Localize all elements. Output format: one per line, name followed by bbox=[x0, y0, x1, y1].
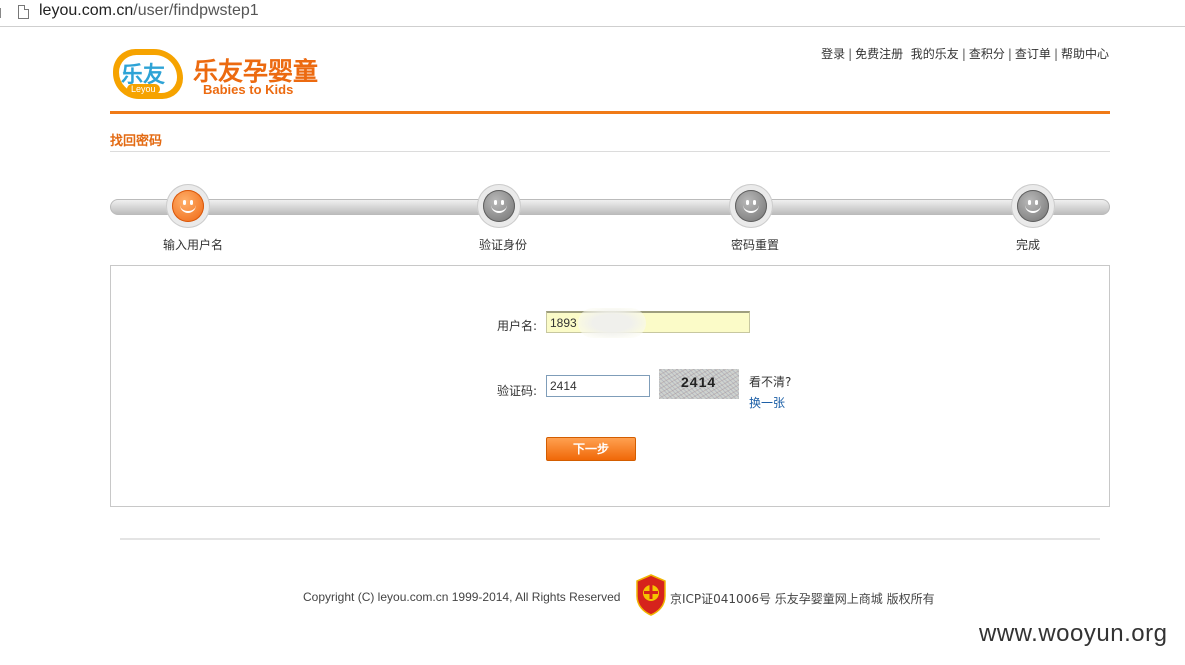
logo-badge: 乐友 Leyou bbox=[113, 49, 183, 99]
nav-separator: | bbox=[848, 47, 853, 61]
nav-separator: | bbox=[961, 47, 966, 61]
step-2-indicator bbox=[477, 184, 521, 228]
nav-separator: | bbox=[1053, 47, 1058, 61]
page-title: 找回密码 bbox=[110, 134, 163, 149]
step-2-label: 验证身份 bbox=[479, 238, 528, 252]
footer-divider bbox=[120, 538, 1100, 540]
smiley-icon bbox=[483, 190, 515, 222]
nav-points[interactable]: 查积分 bbox=[969, 47, 1005, 61]
nav-orders[interactable]: 查订单 bbox=[1015, 47, 1051, 61]
captcha-image-text: 2414 bbox=[681, 374, 717, 390]
username-label: 用户名: bbox=[497, 319, 538, 333]
username-input[interactable]: 1893 bbox=[546, 311, 750, 333]
logo-badge-sub: Leyou bbox=[127, 84, 160, 94]
step-1-label: 输入用户名 bbox=[163, 238, 224, 252]
next-step-button[interactable]: 下一步 bbox=[546, 437, 636, 461]
logo-name-en: Babies to Kids bbox=[203, 82, 294, 97]
nav-register[interactable]: 免费注册 bbox=[855, 47, 903, 61]
url-path: /user/findpwstep1 bbox=[133, 2, 259, 19]
window-edge bbox=[0, 8, 4, 18]
smiley-icon bbox=[1017, 190, 1049, 222]
captcha-label: 验证码: bbox=[497, 384, 538, 398]
captcha-refresh-link[interactable]: 换一张 bbox=[749, 394, 785, 411]
captcha-image[interactable]: 2414 bbox=[659, 369, 739, 399]
step-1-indicator bbox=[166, 184, 210, 228]
nav-my-account[interactable]: 我的乐友 bbox=[911, 47, 959, 61]
watermark-text: www.wooyun.org bbox=[979, 620, 1168, 647]
captcha-input[interactable]: 2414 bbox=[546, 375, 650, 397]
icp-license-text: 京ICP证041006号 乐友孕婴童网上商城 版权所有 bbox=[670, 592, 935, 606]
site-logo[interactable]: 乐友 Leyou 乐友孕婴童 Babies to Kids bbox=[113, 46, 328, 104]
step-4-indicator bbox=[1011, 184, 1055, 228]
page-icon bbox=[18, 5, 29, 19]
header-divider bbox=[110, 111, 1110, 114]
smiley-icon bbox=[735, 190, 767, 222]
redaction-blur bbox=[578, 308, 646, 338]
top-nav: 登录 | 免费注册 我的乐友 | 查积分 | 查订单 | 帮助中心 bbox=[821, 45, 1109, 62]
step-3-indicator bbox=[729, 184, 773, 228]
nav-login[interactable]: 登录 bbox=[821, 47, 845, 61]
captcha-unclear-text: 看不清? bbox=[749, 375, 792, 389]
step-4-label: 完成 bbox=[1016, 238, 1041, 252]
progress-track bbox=[110, 199, 1110, 215]
step-3-label: 密码重置 bbox=[731, 238, 780, 252]
copyright-text: Copyright (C) leyou.com.cn 1999-2014, Al… bbox=[303, 590, 621, 604]
smiley-icon bbox=[172, 190, 204, 222]
url-host: leyou.com.cn bbox=[39, 2, 134, 19]
title-divider bbox=[110, 151, 1110, 152]
police-badge-icon[interactable] bbox=[634, 574, 668, 616]
nav-help[interactable]: 帮助中心 bbox=[1061, 47, 1109, 61]
address-bar[interactable]: leyou.com.cn/user/findpwstep1 bbox=[0, 0, 1185, 27]
url-text[interactable]: leyou.com.cn/user/findpwstep1 bbox=[39, 2, 259, 20]
nav-separator: | bbox=[1007, 47, 1012, 61]
